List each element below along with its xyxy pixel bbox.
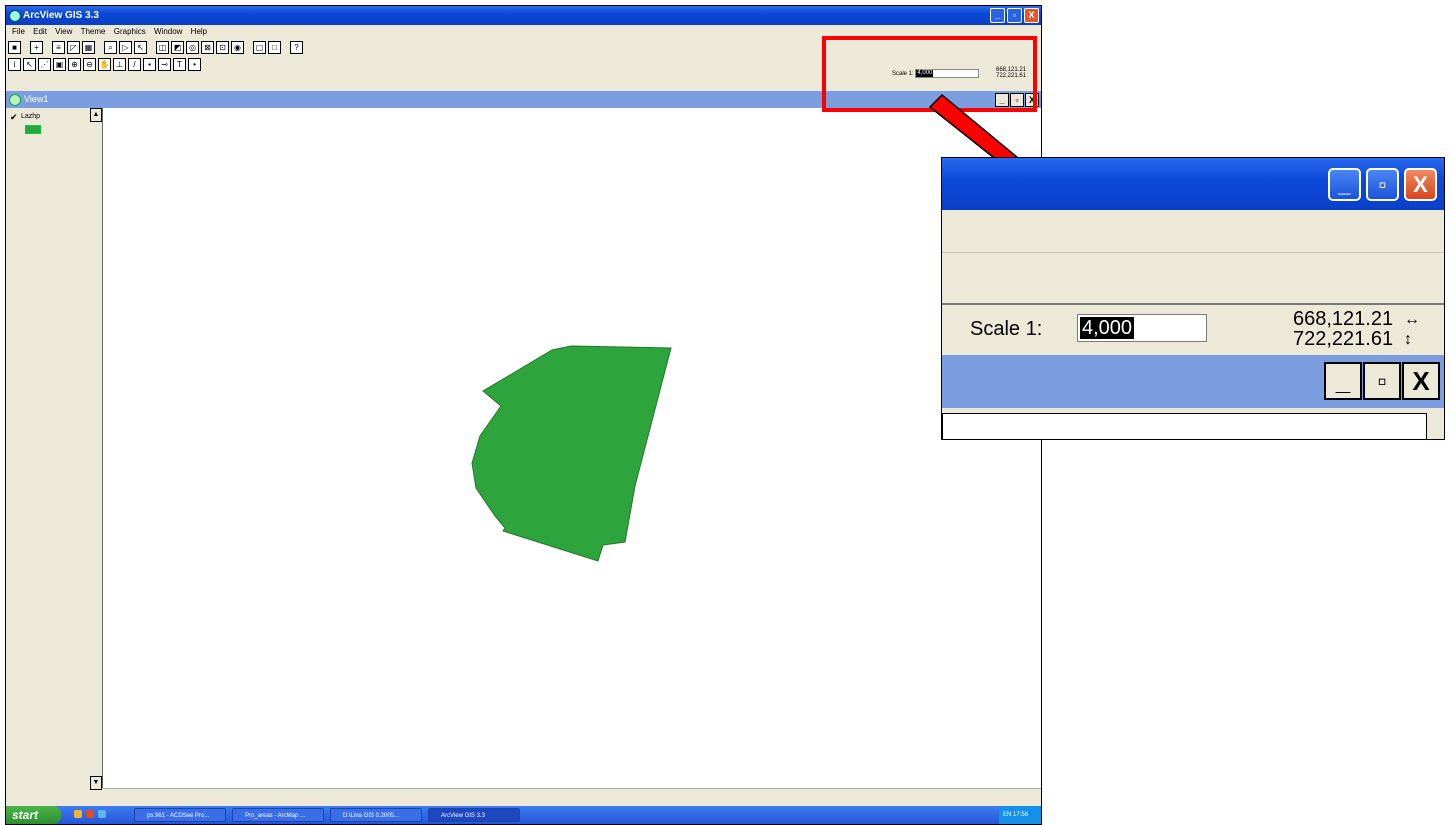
zoom-view-minimize-button[interactable]: _: [1324, 362, 1362, 400]
zoom-view-area: [942, 413, 1427, 439]
zoom-view-controls: _ ▫ X: [1323, 362, 1440, 400]
zoom-window-controls: _ ▫ X: [1323, 168, 1437, 201]
zoom-title-bar: _ ▫ X: [942, 158, 1444, 210]
zoom-view-close-button[interactable]: X: [1402, 362, 1440, 400]
coordinate-readout: 668,121.21 722,221.61: [1293, 309, 1393, 349]
coord-y: 722,221.61: [1293, 328, 1394, 350]
zoom-restore-button[interactable]: ▫: [1366, 168, 1399, 201]
zoom-close-button[interactable]: X: [1404, 168, 1437, 201]
zoom-view-bar: _ ▫ X: [942, 355, 1444, 408]
zoom-view-restore-button[interactable]: ▫: [1363, 362, 1401, 400]
zoom-inset: _ ▫ X Scale 1: 4,000 668,121.21 722,221.61…: [941, 157, 1445, 440]
coord-x: 668,121.21: [1293, 308, 1394, 330]
horizontal-arrow-icon: ↔: [1404, 311, 1420, 328]
zoom-menu-strip: [942, 210, 1444, 253]
zoom-minimize-button[interactable]: _: [1328, 168, 1361, 201]
zoom-toolbar-strip: [942, 253, 1444, 305]
scale-label: Scale 1:: [970, 318, 1043, 340]
vertical-arrow-icon: ↕: [1404, 331, 1412, 348]
scale-input[interactable]: 4,000: [1077, 314, 1207, 342]
scale-value: 4,000: [1080, 317, 1135, 339]
zoom-below-strip: [942, 408, 1444, 439]
zoom-scale-row: Scale 1: 4,000 668,121.21 722,221.61 ↔ ↕: [942, 305, 1444, 355]
coordinate-arrows: ↔ ↕: [1404, 310, 1420, 350]
